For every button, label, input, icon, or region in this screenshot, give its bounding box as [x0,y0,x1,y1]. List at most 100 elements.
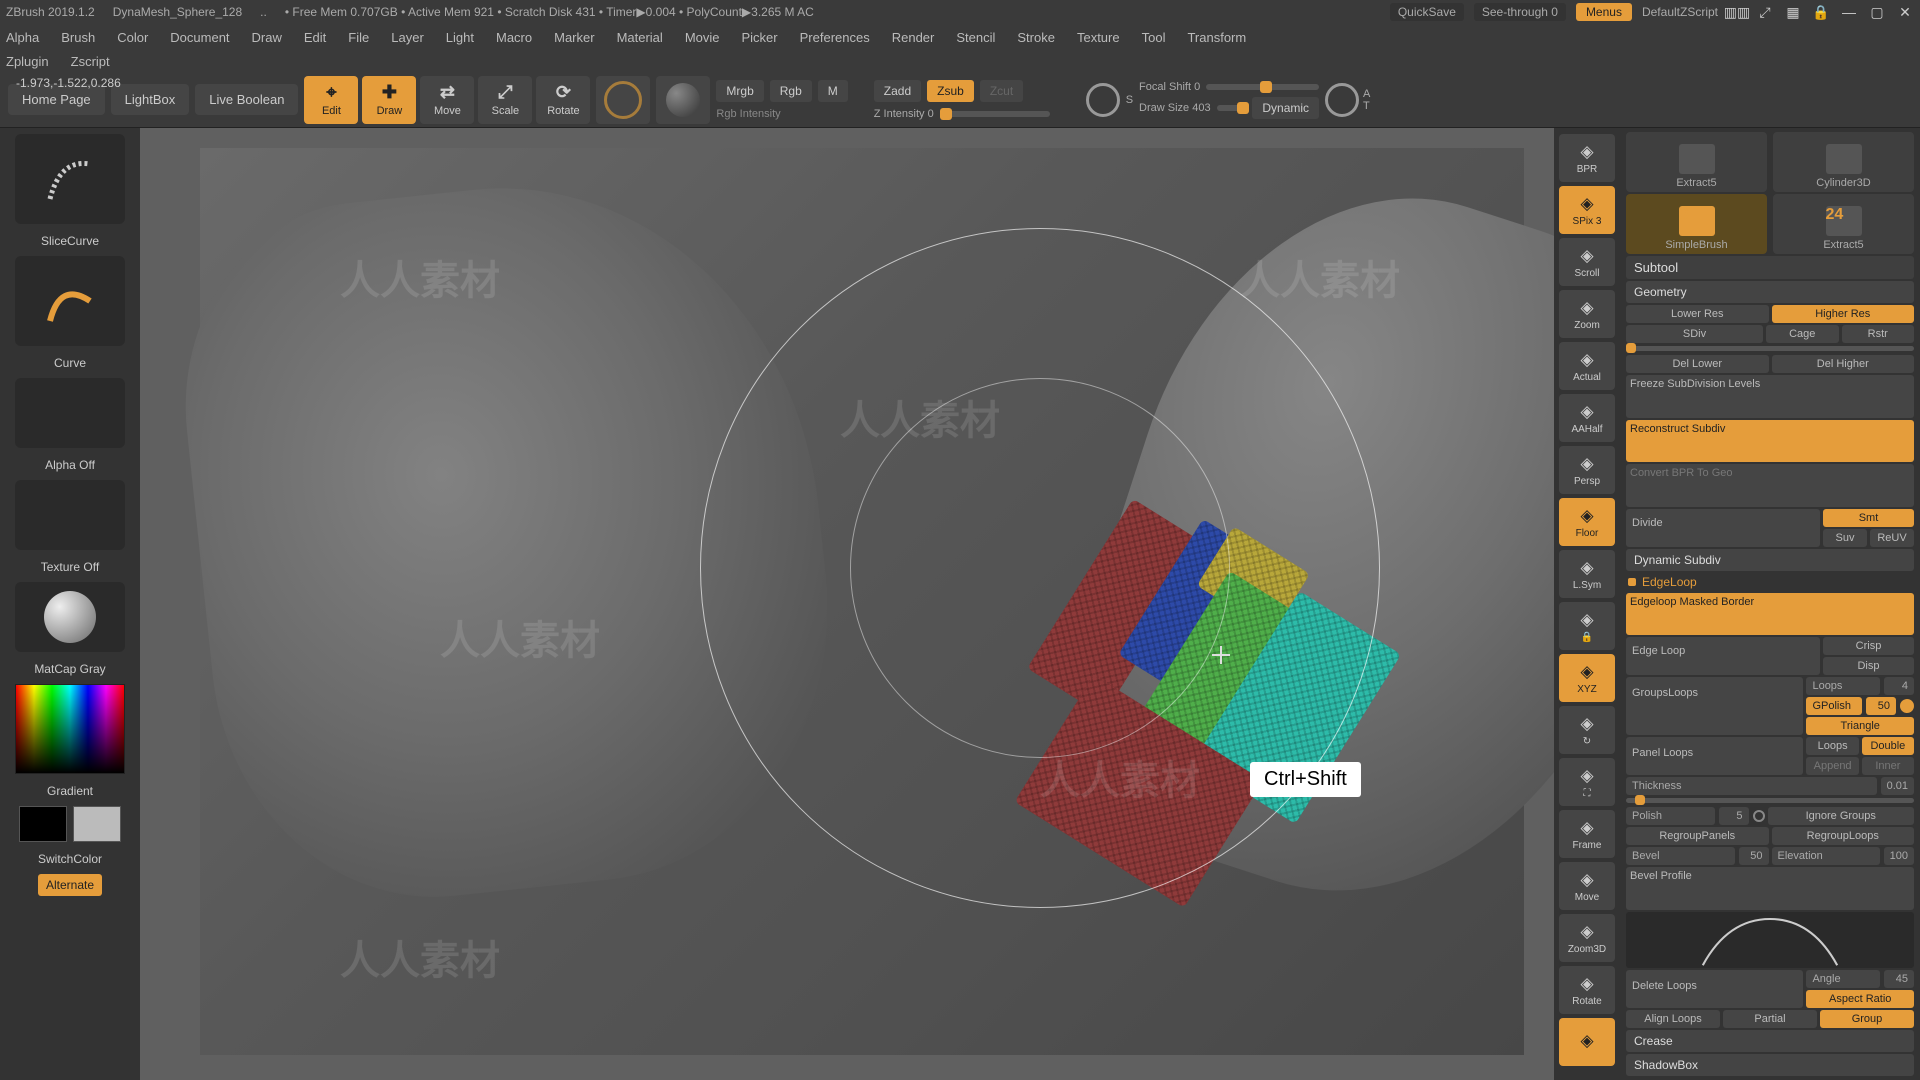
loops2-button[interactable]: Loops [1806,737,1858,755]
disp-slider[interactable]: Disp [1823,657,1914,675]
menu-render[interactable]: Render [892,30,935,45]
inner-button[interactable]: Inner [1862,757,1914,775]
menu-tool[interactable]: Tool [1142,30,1166,45]
sdiv-slider[interactable]: SDiv [1626,325,1763,343]
reuv-button[interactable]: ReUV [1870,529,1914,547]
menu-picker[interactable]: Picker [742,30,778,45]
gizmo-sphere[interactable] [656,76,710,124]
menu-file[interactable]: File [348,30,369,45]
loops-label[interactable]: Loops [1806,677,1880,695]
side-spix3[interactable]: ◈SPix 3 [1559,186,1615,234]
grid-icon[interactable]: ▦ [1784,3,1802,21]
side-zoom[interactable]: ◈Zoom [1559,290,1615,338]
menu-edit[interactable]: Edit [304,30,326,45]
barcode-icon[interactable]: ▥▥ [1728,3,1746,21]
menu-draw[interactable]: Draw [252,30,282,45]
side-aahalf[interactable]: ◈AAHalf [1559,394,1615,442]
side-xyz[interactable]: ◈XYZ [1559,654,1615,702]
groupsloops-button[interactable]: GroupsLoops [1626,677,1803,735]
move-mode-button[interactable]: ⇄Move [420,76,474,124]
minimize-icon[interactable]: — [1840,3,1858,21]
dynamic-subdiv-header[interactable]: Dynamic Subdiv [1626,549,1914,571]
brush-cylinder3d[interactable]: Cylinder3D [1773,132,1914,192]
side-frame[interactable]: ◈Frame [1559,810,1615,858]
live-boolean-button[interactable]: Live Boolean [195,84,298,115]
switch-color[interactable]: SwitchColor [38,852,102,866]
color-picker[interactable] [15,684,125,774]
viewport[interactable]: Ctrl+Shift 人人素材 人人素材 人人素材 人人素材 人人素材 人人素材 [140,128,1554,1080]
triangle-button[interactable]: Triangle [1806,717,1914,735]
zcut-button[interactable]: Zcut [980,80,1023,102]
menu-alpha[interactable]: Alpha [6,30,39,45]
crisp-button[interactable]: Crisp [1823,637,1914,655]
regroup-panels-button[interactable]: RegroupPanels [1626,827,1769,845]
zsub-button[interactable]: Zsub [927,80,974,102]
s-dial[interactable] [1086,83,1120,117]
z-intensity-slider[interactable] [940,111,1050,117]
freeze-subdiv-button[interactable]: Freeze SubDivision Levels [1626,375,1914,418]
menu-zscript[interactable]: Zscript [71,54,110,69]
brush-extract5[interactable]: Extract5 [1626,132,1767,192]
menu-texture[interactable]: Texture [1077,30,1120,45]
brush-simplebrush[interactable]: SSimpleBrush [1626,194,1767,254]
polish-label[interactable]: Polish [1626,807,1715,825]
angle-label[interactable]: Angle [1806,970,1880,988]
focal-shift-label[interactable]: Focal Shift 0 [1139,81,1200,93]
side-[interactable]: ◈🔒 [1559,602,1615,650]
side-[interactable]: ◈⛶ [1559,758,1615,806]
side-rotate[interactable]: ◈Rotate [1559,966,1615,1014]
side-lsym[interactable]: ◈L.Sym [1559,550,1615,598]
elevation-label[interactable]: Elevation [1772,847,1880,865]
side-move[interactable]: ◈Move [1559,862,1615,910]
thickness-slider[interactable] [1626,798,1914,803]
aspect-ratio-button[interactable]: Aspect Ratio [1806,990,1914,1008]
menu-preferences[interactable]: Preferences [800,30,870,45]
sdiv-bar[interactable] [1626,346,1914,351]
draw-size-slider[interactable] [1217,105,1247,111]
side-scroll[interactable]: ◈Scroll [1559,238,1615,286]
del-higher-button[interactable]: Del Higher [1772,355,1915,373]
divide-button[interactable]: Divide [1626,509,1820,547]
double-button[interactable]: Double [1862,737,1914,755]
lower-res-button[interactable]: Lower Res [1626,305,1769,323]
swatch-main[interactable] [19,806,67,842]
menus-button[interactable]: Menus [1576,3,1632,21]
panel-loops-button[interactable]: Panel Loops [1626,737,1803,775]
rgb-button[interactable]: Rgb [770,80,812,102]
lock-icon[interactable]: 🔒 [1812,3,1830,21]
zadd-button[interactable]: Zadd [874,80,921,102]
dynamic-button[interactable]: Dynamic [1252,97,1319,119]
menu-movie[interactable]: Movie [685,30,720,45]
bevel-profile-graph[interactable] [1626,912,1914,968]
convert-bpr-button[interactable]: Convert BPR To Geo [1626,464,1914,507]
group-button[interactable]: Group [1820,1010,1914,1028]
side-bpr[interactable]: ◈BPR [1559,134,1615,182]
menu-stroke[interactable]: Stroke [1017,30,1055,45]
rotate-mode-button[interactable]: ⟳Rotate [536,76,590,124]
side-persp[interactable]: ◈Persp [1559,446,1615,494]
del-lower-button[interactable]: Del Lower [1626,355,1769,373]
side-floor[interactable]: ◈Floor [1559,498,1615,546]
bevel-label[interactable]: Bevel [1626,847,1735,865]
mrgb-button[interactable]: Mrgb [716,80,763,102]
quicksave-button[interactable]: QuickSave [1390,3,1464,21]
regroup-loops-button[interactable]: RegroupLoops [1772,827,1915,845]
alpha-thumb[interactable] [15,378,125,448]
align-loops-button[interactable]: Align Loops [1626,1010,1720,1028]
texture-thumb[interactable] [15,480,125,550]
gizmo-circle[interactable] [596,76,650,124]
edge-loop-button[interactable]: Edge Loop [1626,637,1820,675]
menu-macro[interactable]: Macro [496,30,532,45]
maximize-icon[interactable]: ▢ [1868,3,1886,21]
draw-size-label[interactable]: Draw Size 403 [1139,102,1211,114]
rstr-button[interactable]: Rstr [1842,325,1915,343]
reconstruct-subdiv-button[interactable]: Reconstruct Subdiv [1626,420,1914,463]
menu-marker[interactable]: Marker [554,30,594,45]
close-icon[interactable]: ✕ [1896,3,1914,21]
subtool-header[interactable]: Subtool [1626,256,1914,279]
menu-document[interactable]: Document [170,30,229,45]
gpolish-label[interactable]: GPolish [1806,697,1862,715]
side-[interactable]: ◈↻ [1559,706,1615,754]
draw-mode-button[interactable]: ✚Draw [362,76,416,124]
material-thumb[interactable] [15,582,125,652]
